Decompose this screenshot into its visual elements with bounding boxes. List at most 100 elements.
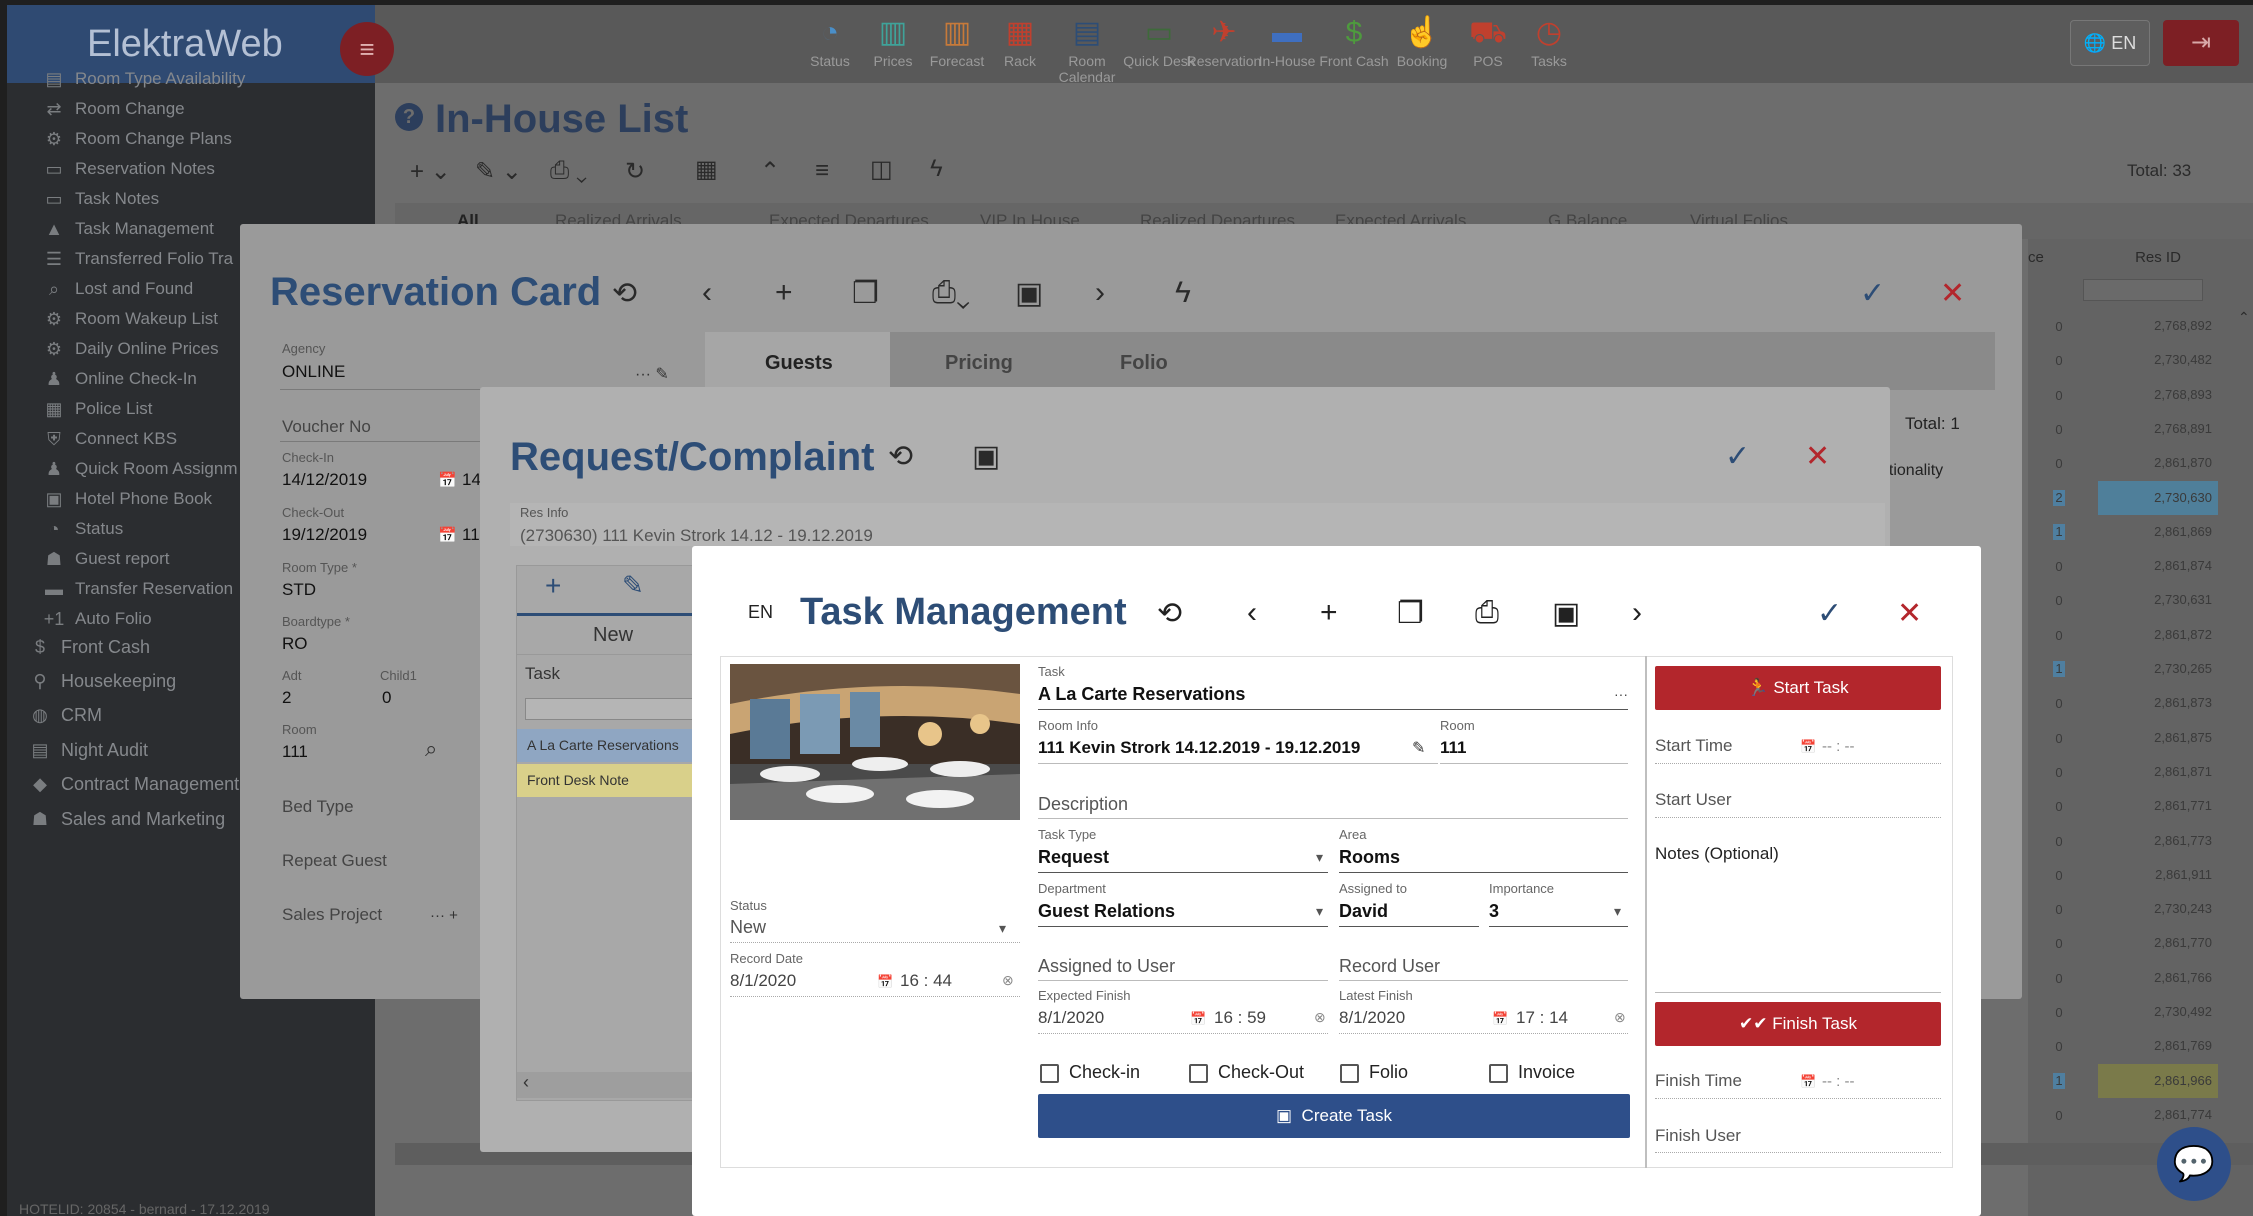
invoice-checkbox[interactable] bbox=[1489, 1064, 1508, 1083]
chevron-left-icon[interactable]: ‹ bbox=[1247, 596, 1257, 630]
finish-time-value[interactable]: -- : -- bbox=[1822, 1073, 1854, 1090]
table-row[interactable]: 1 2,730,265 bbox=[2028, 652, 2253, 686]
finish-task-button[interactable]: ✔✔ Finish Task bbox=[1655, 1002, 1941, 1046]
list-item[interactable]: A La Carte Reservations bbox=[517, 729, 712, 762]
col-header-task[interactable]: Task bbox=[525, 664, 560, 684]
repeat-guest-field[interactable]: Repeat Guest bbox=[282, 851, 387, 871]
table-row[interactable]: 0 2,768,892 bbox=[2028, 309, 2253, 343]
latest-finish-date[interactable]: 8/1/2020 bbox=[1339, 1008, 1405, 1028]
calendar-icon[interactable]: 📅 bbox=[1800, 739, 1816, 755]
print-icon[interactable]: ⎙⌄ bbox=[932, 276, 970, 310]
table-row[interactable]: 1 2,861,966 bbox=[2028, 1063, 2253, 1098]
confirm-check-icon[interactable]: ✓ bbox=[1860, 276, 1885, 311]
checkin-checkbox[interactable] bbox=[1040, 1064, 1059, 1083]
resid-filter-input[interactable] bbox=[2083, 279, 2203, 301]
table-row[interactable]: 0 2,861,770 bbox=[2028, 926, 2253, 960]
calendar-icon[interactable]: 📅 bbox=[877, 974, 893, 990]
assigned-user-field[interactable]: Assigned to User bbox=[1038, 956, 1175, 977]
status-select[interactable]: New bbox=[730, 917, 766, 938]
save-icon[interactable]: ▣ bbox=[1015, 276, 1043, 311]
roomtype-field[interactable]: STD bbox=[282, 580, 316, 600]
table-row[interactable]: 0 2,861,773 bbox=[2028, 824, 2253, 858]
department-select[interactable]: Guest Relations bbox=[1038, 901, 1175, 922]
table-row[interactable]: 0 2,768,893 bbox=[2028, 378, 2253, 412]
room-field[interactable]: 111 bbox=[1440, 738, 1467, 758]
record-user-field[interactable]: Record User bbox=[1339, 956, 1440, 977]
more-icon[interactable]: ··· bbox=[1614, 686, 1628, 702]
record-time-field[interactable]: 16 : 44 bbox=[900, 971, 952, 991]
history-icon[interactable]: ⟲ bbox=[888, 439, 913, 474]
history-icon[interactable]: ⟲ bbox=[1157, 596, 1182, 631]
calendar-icon[interactable]: 📅 bbox=[438, 471, 457, 489]
agency-field[interactable]: ONLINE bbox=[282, 362, 345, 382]
table-row[interactable]: 0 2,730,482 bbox=[2028, 343, 2253, 377]
history-icon[interactable]: ⟲ bbox=[612, 276, 637, 311]
chevron-down-icon[interactable]: ▾ bbox=[1614, 903, 1621, 920]
clear-icon[interactable]: ⊗ bbox=[1614, 1009, 1626, 1026]
tab-pricing[interactable]: Pricing bbox=[945, 352, 1013, 375]
finish-user-field[interactable]: Finish User bbox=[1655, 1126, 1741, 1146]
adult-stepper[interactable]: 2 bbox=[282, 688, 291, 708]
table-row[interactable]: 0 2,861,771 bbox=[2028, 789, 2253, 823]
chevron-down-icon[interactable]: ▾ bbox=[999, 920, 1006, 937]
chevron-right-icon[interactable]: › bbox=[1632, 596, 1642, 630]
roominfo-field[interactable]: 111 Kevin Strork 14.12.2019 - 19.12.2019 bbox=[1038, 738, 1360, 758]
close-icon[interactable]: ✕ bbox=[1940, 276, 1965, 311]
tab-guests[interactable]: Guests bbox=[765, 352, 833, 375]
table-row[interactable]: 0 2,861,774 bbox=[2028, 1098, 2253, 1132]
close-icon[interactable]: ✕ bbox=[1897, 596, 1922, 631]
latest-finish-time[interactable]: 17 : 14 bbox=[1516, 1008, 1568, 1028]
start-time-field[interactable]: Start Time bbox=[1655, 736, 1732, 756]
confirm-check-icon[interactable]: ✓ bbox=[1817, 596, 1842, 631]
table-row[interactable]: 0 2,730,492 bbox=[2028, 995, 2253, 1029]
table-row[interactable]: 0 2,861,870 bbox=[2028, 446, 2253, 480]
table-row[interactable]: 0 2,768,891 bbox=[2028, 412, 2253, 446]
tab-new[interactable]: New bbox=[593, 624, 633, 647]
language-button[interactable]: 🌐 EN bbox=[2070, 20, 2150, 66]
clear-icon[interactable]: ⊗ bbox=[1314, 1009, 1326, 1026]
finish-time-field[interactable]: Finish Time bbox=[1655, 1071, 1742, 1091]
edit-icon[interactable]: ✎ bbox=[1412, 738, 1425, 758]
save-icon[interactable]: ▣ bbox=[1552, 596, 1580, 631]
menu-lines-icon[interactable]: ≡ bbox=[815, 157, 829, 185]
scroll-up-icon[interactable]: ⌃ bbox=[2238, 309, 2250, 326]
calendar-icon[interactable]: 📅 bbox=[438, 526, 457, 544]
tasktype-select[interactable]: Request bbox=[1038, 847, 1109, 868]
start-user-field[interactable]: Start User bbox=[1655, 790, 1732, 810]
boardtype-field[interactable]: RO bbox=[282, 634, 308, 654]
task-filter-input[interactable] bbox=[525, 698, 710, 720]
table-row[interactable]: 0 2,730,631 bbox=[2028, 583, 2253, 617]
edit-icon[interactable]: ··· ✎ bbox=[635, 364, 669, 384]
table-row[interactable]: 0 2,861,911 bbox=[2028, 858, 2253, 892]
columns-icon[interactable]: ◫ bbox=[870, 155, 893, 184]
add-icon[interactable]: + ⌄ bbox=[410, 157, 451, 186]
assigned-field[interactable]: David bbox=[1339, 901, 1388, 922]
menu-toggle-icon[interactable]: ≡ bbox=[340, 22, 394, 76]
bolt-icon[interactable]: ϟ bbox=[930, 155, 943, 183]
start-time-value[interactable]: -- : -- bbox=[1822, 738, 1854, 755]
print-icon[interactable]: ⎙ ⌄ bbox=[550, 157, 587, 185]
language-toggle[interactable]: EN bbox=[748, 602, 773, 623]
list-item[interactable]: Front Desk Note bbox=[517, 764, 712, 797]
table-row[interactable]: 0 2,861,766 bbox=[2028, 961, 2253, 995]
record-date-field[interactable]: 8/1/2020 bbox=[730, 971, 796, 991]
print-icon[interactable]: ⎙ bbox=[1475, 596, 1499, 630]
area-field[interactable]: Rooms bbox=[1339, 847, 1400, 868]
copy-icon[interactable]: ❐ bbox=[1397, 596, 1424, 631]
clear-icon[interactable]: ⊗ bbox=[1002, 972, 1014, 989]
add-icon[interactable]: ··· + bbox=[430, 907, 458, 924]
search-icon[interactable]: ⌕ bbox=[425, 736, 437, 762]
copy-icon[interactable]: ❐ bbox=[852, 276, 879, 311]
table-row[interactable]: 1 2,861,869 bbox=[2028, 515, 2253, 549]
chevron-left-icon[interactable]: ‹ bbox=[702, 276, 712, 310]
table-row[interactable]: 0 2,861,769 bbox=[2028, 1029, 2253, 1063]
table-row[interactable]: 2 2,730,630 bbox=[2028, 480, 2253, 515]
bedtype-field[interactable]: Bed Type bbox=[282, 797, 354, 817]
table-row[interactable]: 0 2,861,874 bbox=[2028, 549, 2253, 583]
add-icon[interactable]: + bbox=[775, 276, 793, 310]
folio-checkbox[interactable] bbox=[1340, 1064, 1359, 1083]
tab-folio[interactable]: Folio bbox=[1120, 352, 1168, 375]
calendar-icon[interactable]: 📅 bbox=[1190, 1011, 1206, 1027]
refresh-icon[interactable]: ↻ bbox=[625, 157, 645, 186]
help-icon[interactable]: ? bbox=[395, 103, 423, 131]
